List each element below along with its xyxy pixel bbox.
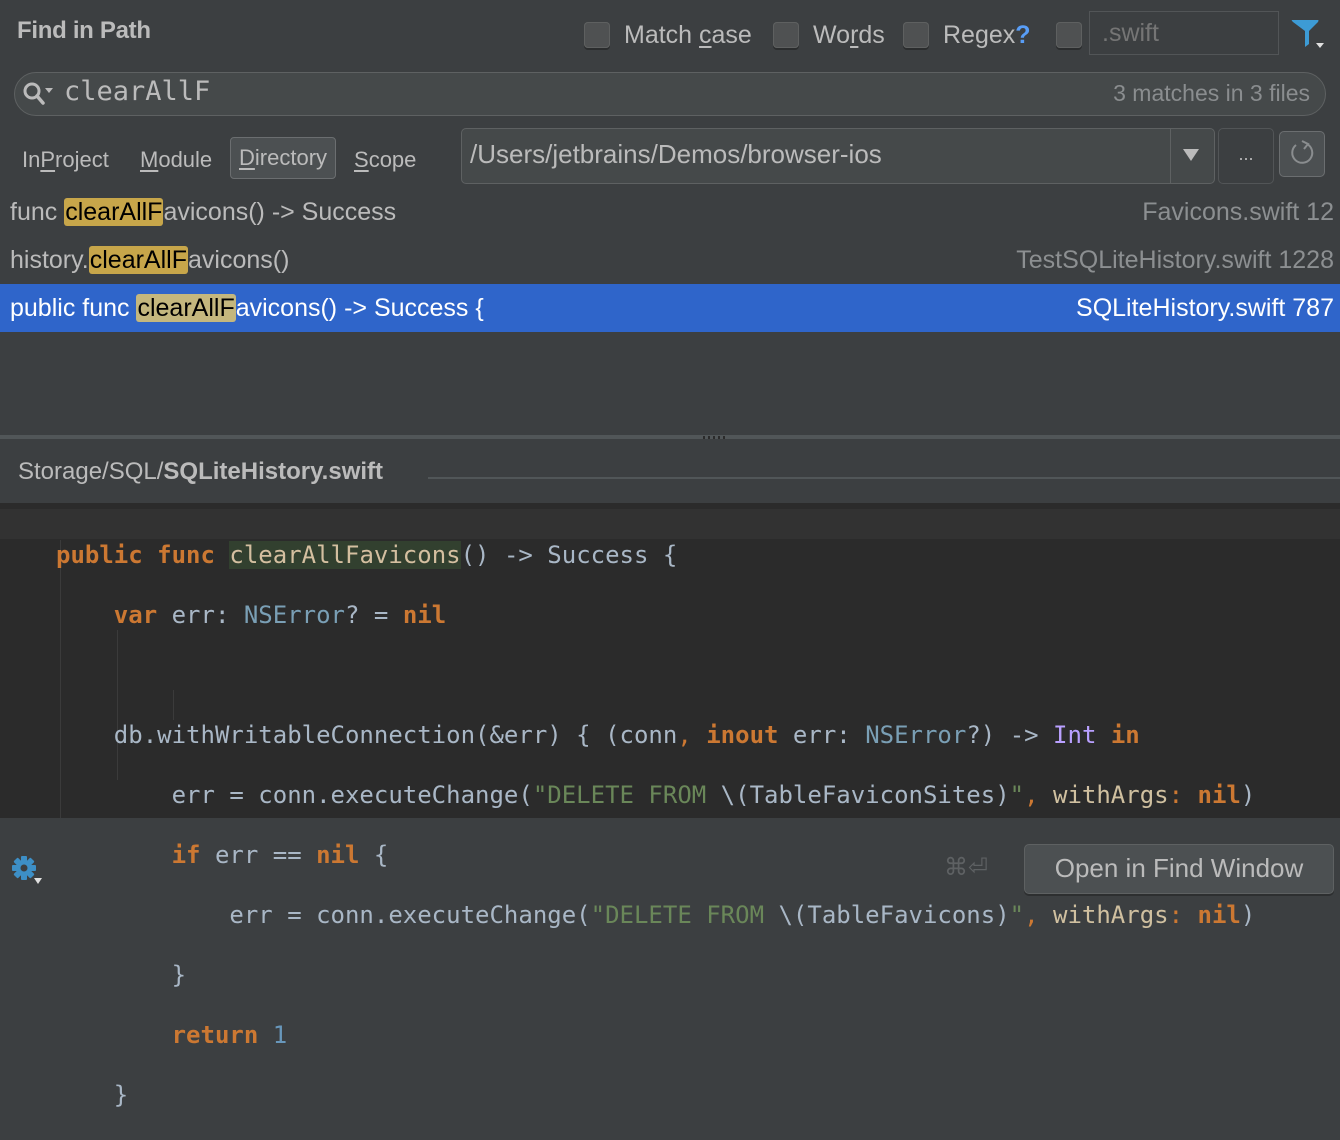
- regex-label: Regex: [943, 20, 1016, 49]
- browse-button[interactable]: ...: [1218, 128, 1274, 184]
- words-checkbox[interactable]: [773, 22, 799, 48]
- code-line: return 1: [171, 1021, 288, 1049]
- words-label: Words: [813, 20, 885, 49]
- code-line: }: [113, 1081, 129, 1109]
- search-input[interactable]: clearAllF: [64, 76, 210, 107]
- result-snippet: func clearAllFavicons() -> Success: [10, 198, 397, 226]
- code-line: db.withWritableConnection(&err) { (conn,…: [113, 721, 1140, 749]
- scope-tab-in-project[interactable]: In Project: [22, 140, 109, 180]
- match-highlight: clearAllF: [136, 294, 236, 322]
- directory-path[interactable]: /Users/jetbrains/Demos/browser-ios: [470, 139, 882, 170]
- result-row[interactable]: func clearAllFavicons() -> Success Favic…: [0, 188, 1340, 236]
- result-file: SQLiteHistory.swift 787: [1076, 294, 1334, 322]
- match-case-label: Match case: [624, 20, 752, 49]
- chevron-down-icon[interactable]: [1183, 149, 1199, 161]
- gear-icon[interactable]: [10, 854, 42, 886]
- preview-file-path: Storage/SQL/SQLiteHistory.swift: [18, 458, 384, 485]
- filter-icon[interactable]: [1290, 17, 1326, 51]
- grip-icon: [703, 436, 725, 439]
- file-mask-checkbox[interactable]: [1056, 22, 1082, 48]
- result-snippet: history.clearAllFavicons(): [10, 246, 290, 274]
- match-highlight: clearAllF: [88, 246, 188, 274]
- result-row[interactable]: history.clearAllFavicons() TestSQLiteHis…: [0, 236, 1340, 284]
- code-line: var err: NSError? = nil: [113, 601, 447, 629]
- divider: [428, 477, 1340, 479]
- match-count: 3 matches in 3 files: [1113, 80, 1310, 106]
- shortcut-hint: ⌘⏎: [944, 854, 989, 881]
- result-file: TestSQLiteHistory.swift 1228: [1016, 246, 1334, 274]
- match-case-checkbox[interactable]: [584, 22, 610, 48]
- regex-help-icon[interactable]: ?: [1015, 21, 1030, 50]
- code-line: }: [171, 961, 187, 989]
- regex-checkbox[interactable]: [903, 22, 929, 48]
- scope-tab-directory[interactable]: Directory: [230, 137, 337, 179]
- code-line: err = conn.executeChange("DELETE FROM \(…: [229, 901, 1256, 929]
- regex-option[interactable]: Regex ?: [903, 20, 1031, 50]
- dialog-title: Find in Path: [17, 17, 151, 44]
- recursive-button[interactable]: [1279, 131, 1325, 177]
- match-highlight: clearAllF: [64, 198, 164, 226]
- splitter-grip[interactable]: [702, 435, 728, 439]
- code-match-highlight: clearAllFavicons: [229, 541, 461, 569]
- code-line: public func clearAllFavicons() -> Succes…: [56, 541, 678, 569]
- search-icon[interactable]: [22, 80, 58, 108]
- scope-tab-module[interactable]: Module: [140, 140, 212, 180]
- result-snippet: public func clearAllFavicons() -> Succes…: [10, 294, 484, 322]
- code-line: err = conn.executeChange("DELETE FROM \(…: [171, 781, 1256, 809]
- splitter[interactable]: [0, 435, 1340, 439]
- result-file: Favicons.swift 12: [1142, 198, 1334, 226]
- match-case-option[interactable]: Match case: [584, 20, 752, 50]
- code-text: public func clearAllFavicons() -> Succes…: [0, 510, 1340, 1140]
- refresh-icon: [1291, 140, 1314, 164]
- result-row-selected[interactable]: public func clearAllFavicons() -> Succes…: [0, 284, 1340, 332]
- combo-separator: [1170, 129, 1171, 183]
- file-mask-input[interactable]: [1089, 11, 1279, 55]
- words-option[interactable]: Words: [773, 20, 885, 50]
- scope-tab-scope[interactable]: Scope: [354, 140, 416, 180]
- open-in-find-window-button[interactable]: Open in Find Window: [1024, 844, 1334, 894]
